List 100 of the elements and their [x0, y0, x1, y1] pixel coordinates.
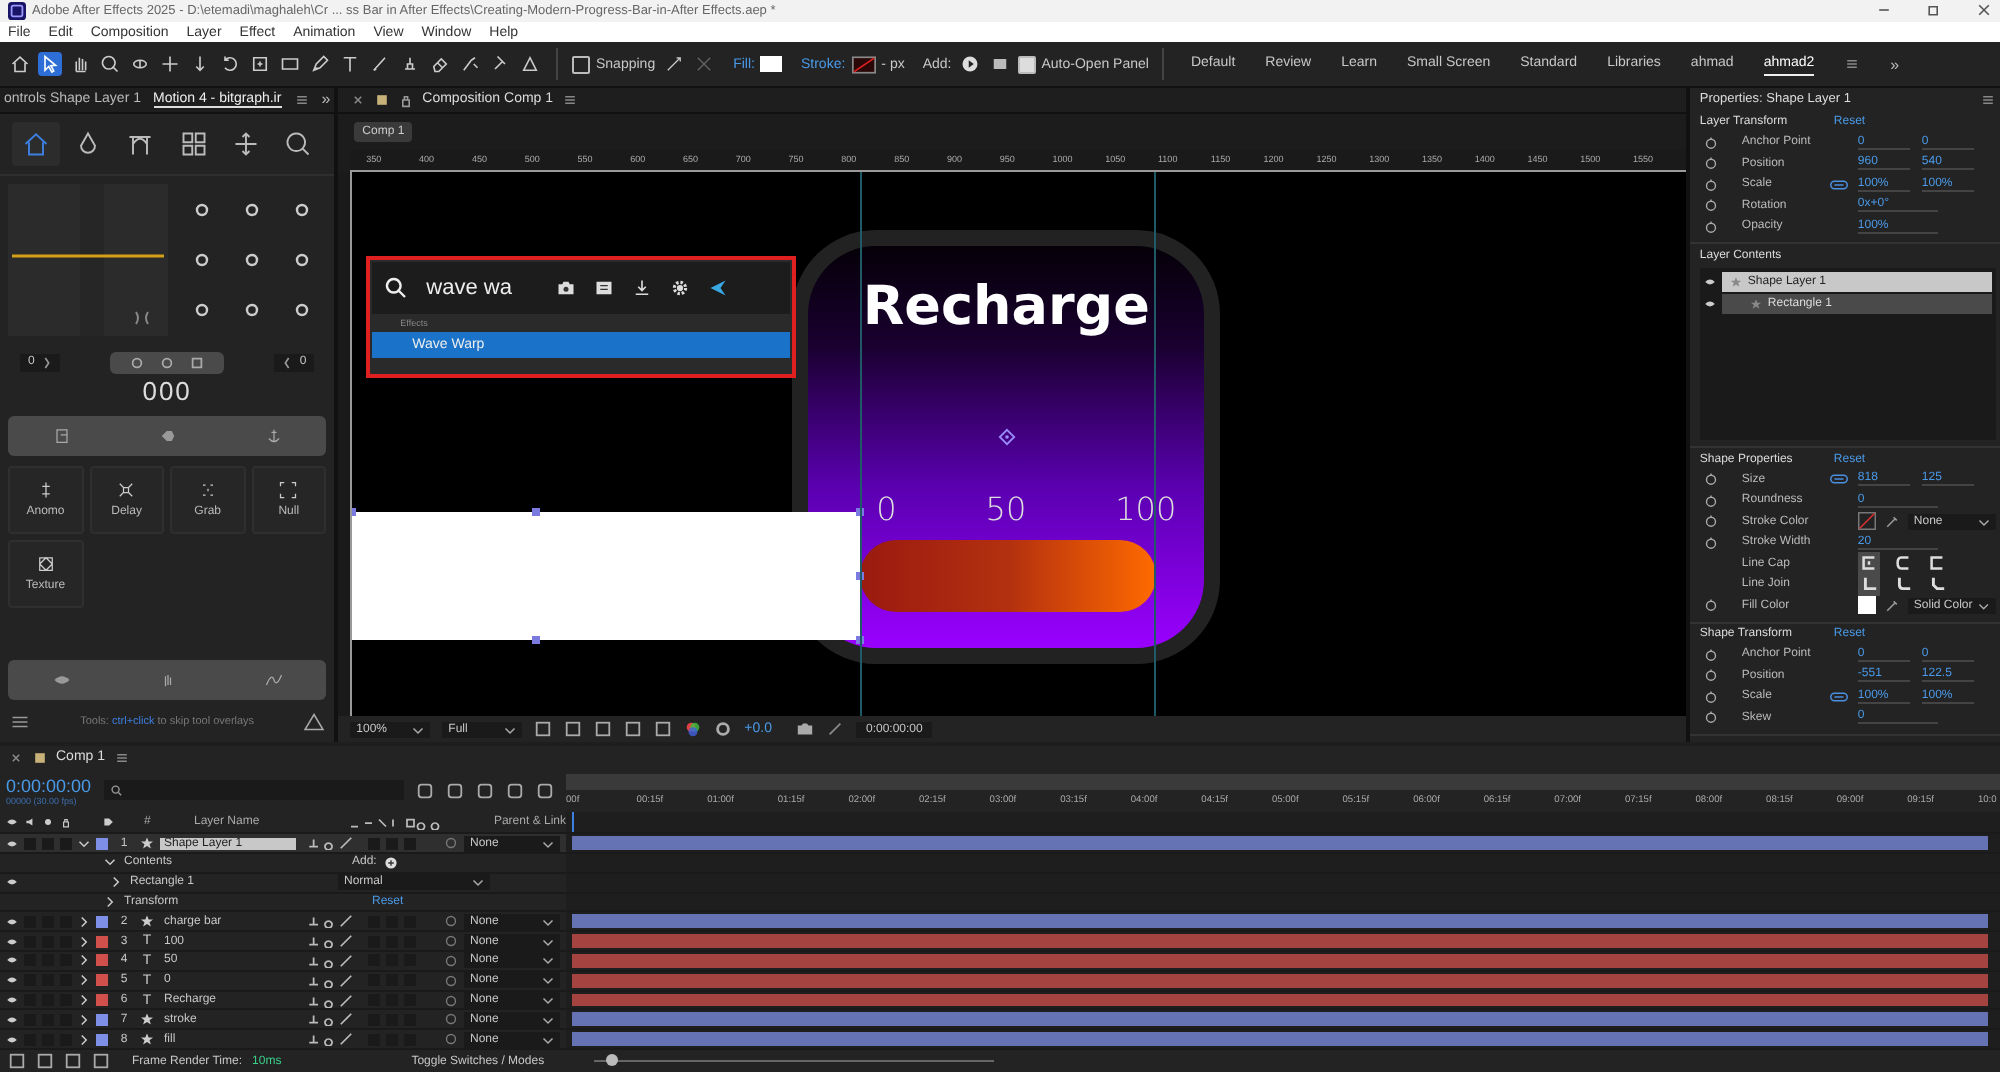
camera-icon[interactable] [795, 720, 814, 739]
label-color-swatch[interactable] [96, 837, 108, 850]
label-color-swatch[interactable] [96, 1013, 108, 1026]
pickwhip-icon[interactable] [444, 836, 458, 851]
label-color-swatch[interactable] [96, 935, 108, 948]
guide-line[interactable] [1154, 171, 1157, 717]
stopwatch-icon[interactable] [1703, 535, 1718, 550]
caret-icon[interactable] [78, 994, 90, 1006]
pointer-icon[interactable] [38, 52, 62, 77]
image-icon[interactable] [594, 277, 615, 298]
menu-icon[interactable] [293, 91, 310, 108]
stopwatch-icon[interactable] [1703, 177, 1718, 192]
label-color-swatch[interactable] [96, 974, 108, 987]
chevron-icon[interactable] [281, 355, 292, 370]
miter-join-icon[interactable] [1857, 573, 1880, 596]
caret-icon[interactable] [78, 974, 90, 987]
stroke-swatch[interactable] [851, 55, 876, 74]
close-icon[interactable] [1976, 2, 1992, 19]
stopwatch-icon[interactable] [1703, 689, 1718, 704]
square-icon[interactable] [190, 355, 205, 370]
move-axis-icon[interactable] [158, 52, 182, 77]
more-panels-button[interactable]: » [321, 90, 331, 109]
eyedropper-icon[interactable] [1883, 513, 1900, 530]
color-swatch[interactable] [1857, 596, 1876, 615]
color-channels-icon[interactable] [684, 720, 703, 739]
current-time[interactable]: 0:00:00:00 [6, 775, 92, 796]
square-cap-icon[interactable] [1925, 552, 1948, 575]
label-color-swatch[interactable] [96, 915, 108, 928]
guide-line[interactable] [860, 171, 863, 717]
auto-open-checkbox[interactable] [1017, 55, 1036, 74]
eraser-icon[interactable] [428, 52, 452, 77]
anchor-dot-icon[interactable] [293, 251, 310, 268]
caret-icon[interactable] [78, 1013, 90, 1026]
stopwatch-icon[interactable] [1703, 514, 1718, 529]
restore-icon[interactable] [1926, 2, 1942, 19]
menu-icon[interactable] [561, 91, 578, 108]
caret-icon[interactable] [78, 915, 90, 928]
round-cap-icon[interactable] [1891, 552, 1914, 575]
close-icon[interactable] [350, 91, 367, 108]
link-icon[interactable] [1829, 474, 1848, 485]
layer-duration-bar[interactable] [572, 934, 1988, 949]
stopwatch-icon[interactable] [1703, 472, 1718, 487]
send-icon[interactable] [708, 277, 729, 298]
search-field[interactable]: wave wa [426, 275, 539, 300]
layer-duration-bar[interactable] [572, 993, 1988, 1007]
stopwatch-icon[interactable] [1703, 647, 1718, 662]
layer-duration-bar[interactable] [572, 1012, 1988, 1027]
caret-icon[interactable] [78, 935, 90, 948]
stopwatch-icon[interactable] [1703, 710, 1718, 725]
caret-icon[interactable] [78, 837, 90, 850]
label-color-swatch[interactable] [96, 954, 108, 967]
graph-drawing[interactable] [8, 183, 168, 336]
anchor-point-icon[interactable] [248, 52, 272, 77]
caret-icon[interactable] [78, 1033, 90, 1046]
menu-icon[interactable] [1979, 91, 1996, 108]
zoom-slider-thumb[interactable] [605, 1054, 618, 1066]
anchor-icon[interactable] [263, 425, 284, 446]
circle-icon[interactable] [130, 355, 145, 370]
layer-duration-bar[interactable] [572, 836, 1988, 851]
layer-duration-bar[interactable] [572, 914, 1988, 929]
stopwatch-icon[interactable] [1703, 598, 1718, 613]
selection-handle[interactable] [352, 507, 357, 516]
circle-icon[interactable] [160, 355, 175, 370]
selection-handle[interactable] [532, 635, 541, 644]
lock-icon[interactable] [398, 91, 415, 108]
warning-icon[interactable] [302, 710, 327, 735]
stopwatch-icon[interactable] [1703, 198, 1718, 213]
anchor-dot-icon[interactable] [243, 302, 260, 319]
anchor-dot-icon[interactable] [293, 302, 310, 319]
anchor-dot-icon[interactable] [243, 201, 260, 218]
no-color-swatch[interactable] [1857, 512, 1876, 531]
layer-duration-bar[interactable] [572, 973, 1988, 988]
anchor-dot-icon[interactable] [193, 201, 210, 218]
eye-icon[interactable] [6, 876, 18, 889]
anchor-dot-icon[interactable] [193, 251, 210, 268]
settings-icon[interactable] [714, 720, 733, 739]
caret-icon[interactable] [78, 954, 90, 967]
more-workspaces-button[interactable]: » [1890, 55, 1900, 74]
play-icon[interactable] [957, 52, 982, 77]
text-tool-icon[interactable] [338, 52, 362, 77]
snapping-checkbox[interactable] [572, 55, 590, 74]
camera-icon[interactable] [556, 277, 577, 298]
label-color-swatch[interactable] [96, 994, 108, 1006]
stopwatch-icon[interactable] [1703, 156, 1718, 171]
pen-icon[interactable] [308, 52, 332, 77]
anchor-dot-icon[interactable] [243, 251, 260, 268]
close-icon[interactable] [8, 749, 24, 766]
menu-icon[interactable] [113, 749, 130, 766]
zoom-icon[interactable] [98, 52, 122, 77]
snapshot-icon[interactable] [825, 720, 844, 739]
rotate-icon[interactable] [218, 52, 242, 77]
anchor-dot-icon[interactable] [293, 201, 310, 218]
stopwatch-icon[interactable] [1703, 219, 1718, 234]
layer-search-field[interactable] [103, 780, 404, 801]
link-icon[interactable] [1829, 179, 1848, 190]
label-color-swatch[interactable] [96, 1033, 108, 1046]
link-icon[interactable] [1829, 691, 1848, 702]
home-icon[interactable] [8, 52, 32, 77]
stopwatch-icon[interactable] [1703, 668, 1718, 683]
stopwatch-icon[interactable] [1703, 493, 1718, 508]
